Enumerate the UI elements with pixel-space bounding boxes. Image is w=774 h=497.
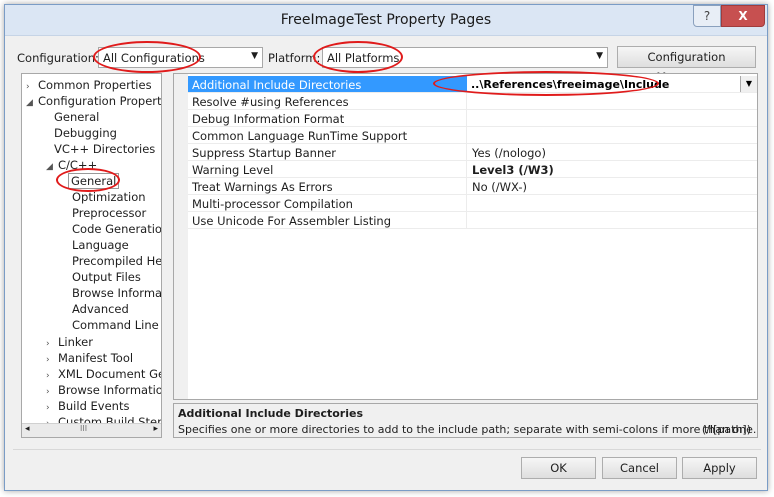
tree-item-advanced[interactable]: Advanced — [72, 301, 129, 317]
configuration-manager-button[interactable]: Configuration Manager... — [617, 46, 756, 84]
tree-item-build-events[interactable]: › Build Events — [46, 398, 129, 414]
grid-margin — [174, 74, 188, 399]
property-value: No (/WX-) — [472, 180, 527, 194]
window-title: FreeImageTest Property Pages — [280, 12, 492, 28]
close-button[interactable]: X — [721, 5, 765, 27]
tree-item-output-files[interactable]: Output Files — [72, 269, 141, 285]
tree-item-manifest-tool[interactable]: › Manifest Tool — [46, 350, 133, 366]
description-title: Additional Include Directories — [178, 407, 364, 420]
property-pages-window: FreeImageTest Property Pages ? X Configu… — [4, 4, 768, 491]
grid-row-treat-warnings-as-errors[interactable]: Treat Warnings As Errors No (/WX-) — [188, 178, 757, 195]
tree-item-xml-document-generator[interactable]: ›XML Document Gene — [46, 366, 161, 382]
category-tree[interactable]: › Common Properties ◢ Configuration Proper… — [21, 73, 162, 438]
tree-item-precompiled-headers[interactable]: Precompiled Head — [72, 253, 161, 269]
property-name: Treat Warnings As Errors — [192, 180, 333, 194]
scroll-left-icon[interactable]: ◂ — [25, 424, 30, 434]
divider — [13, 449, 761, 450]
tree-item-optimization[interactable]: Optimization — [72, 189, 146, 205]
platform-value: All Platforms — [327, 51, 400, 65]
property-value: Yes (/nologo) — [472, 146, 546, 160]
grid-row-resolve-using-references[interactable]: Resolve #using References — [188, 93, 757, 110]
description-text: Specifies one or more directories to add… — [178, 423, 757, 436]
tree-item-vc-directories[interactable]: VC++ Directories — [54, 141, 155, 157]
tree-item-configuration-properties[interactable]: ◢Configuration Properties — [26, 93, 161, 111]
configuration-select[interactable]: All Configurations ▼ — [98, 47, 263, 68]
property-name: Warning Level — [192, 163, 274, 177]
grid-row-debug-information-format[interactable]: Debug Information Format — [188, 110, 757, 127]
grid-row-suppress-startup-banner[interactable]: Suppress Startup Banner Yes (/nologo) — [188, 144, 757, 161]
configuration-label: Configuration: — [17, 51, 99, 65]
property-name: Additional Include Directories — [192, 78, 362, 92]
description-panel: Additional Include Directories Specifies… — [173, 403, 758, 438]
property-name: Resolve #using References — [192, 95, 349, 109]
property-grid[interactable]: Additional Include Directories ..\Refere… — [173, 73, 758, 400]
property-name: Suppress Startup Banner — [192, 146, 337, 160]
chevron-down-icon[interactable]: ▼ — [740, 76, 757, 92]
property-name: Debug Information Format — [192, 112, 345, 126]
ok-button[interactable]: OK — [521, 457, 596, 479]
tree-item-language[interactable]: Language — [72, 237, 129, 253]
grid-row-multi-processor-compilation[interactable]: Multi-processor Compilation — [188, 195, 757, 212]
property-name: Multi-processor Compilation — [192, 197, 353, 211]
property-name: Common Language RunTime Support — [192, 129, 408, 143]
grid-row-additional-include-directories[interactable]: Additional Include Directories ..\Refere… — [188, 76, 757, 93]
tree-item-cpp-general[interactable]: General — [68, 173, 120, 189]
collapse-icon[interactable]: ◢ — [46, 159, 58, 175]
description-switch: (/I[path]) — [701, 423, 751, 436]
property-value-editor[interactable]: ..\References\freeimage\Include ▼ — [467, 76, 757, 92]
grid-row-warning-level[interactable]: Warning Level Level3 (/W3) — [188, 161, 757, 178]
tree-item-general[interactable]: General — [54, 109, 99, 125]
configuration-value: All Configurations — [103, 51, 205, 65]
tree-horizontal-scrollbar[interactable]: ◂ III ▸ — [22, 423, 161, 437]
help-button[interactable]: ? — [693, 5, 721, 27]
chevron-down-icon: ▼ — [596, 51, 603, 61]
chevron-down-icon: ▼ — [251, 51, 258, 61]
property-name: Use Unicode For Assembler Listing — [192, 214, 392, 228]
tree-item-browse-information-cpp[interactable]: Browse Informatic — [72, 285, 161, 301]
tree-item-common-properties[interactable]: › Common Properties — [26, 77, 152, 93]
title-bar: FreeImageTest Property Pages ? X — [5, 5, 767, 36]
property-value-input[interactable]: ..\References\freeimage\Include — [471, 78, 669, 91]
platform-label: Platform: — [268, 51, 321, 65]
cancel-button[interactable]: Cancel — [602, 457, 677, 479]
scroll-right-icon[interactable]: ▸ — [153, 424, 158, 434]
platform-select[interactable]: All Platforms ▼ — [322, 47, 608, 68]
collapse-icon[interactable]: ◢ — [26, 95, 38, 111]
tree-item-debugging[interactable]: Debugging — [54, 125, 117, 141]
tree-item-preprocessor[interactable]: Preprocessor — [72, 205, 146, 221]
tree-item-code-generation[interactable]: Code Generation — [72, 221, 161, 237]
tree-item-c-cpp[interactable]: ◢ C/C++ — [46, 157, 97, 173]
tree-item-command-line[interactable]: Command Line — [72, 317, 159, 333]
grid-row-clr-support[interactable]: Common Language RunTime Support — [188, 127, 757, 144]
tree-item-linker[interactable]: › Linker — [46, 334, 93, 350]
tree-item-browse-information[interactable]: › Browse Information — [46, 382, 161, 398]
property-value: Level3 (/W3) — [472, 163, 554, 177]
grid-row-unicode-assembler-listing[interactable]: Use Unicode For Assembler Listing — [188, 212, 757, 229]
scroll-thumb-grip[interactable]: III — [80, 424, 87, 433]
apply-button[interactable]: Apply — [682, 457, 757, 479]
